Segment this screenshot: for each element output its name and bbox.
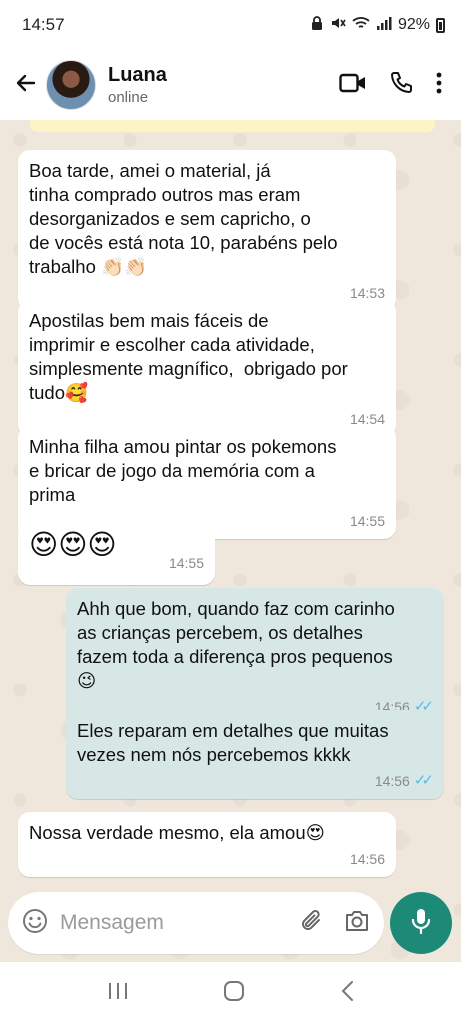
home-icon xyxy=(224,980,245,1001)
signal-icon xyxy=(376,16,392,35)
message-text: Minha filha amou pintar os pokemons e br… xyxy=(29,436,337,505)
recent-apps-button[interactable] xyxy=(107,981,129,1006)
home-button[interactable] xyxy=(223,980,245,1007)
contact-status: online xyxy=(108,89,149,106)
paperclip-icon xyxy=(302,909,320,930)
camera-button[interactable] xyxy=(344,910,370,937)
header-actions xyxy=(339,71,443,100)
video-call-icon xyxy=(339,73,367,98)
more-vert-icon xyxy=(435,72,443,99)
status-bar: 14:57 92% xyxy=(0,0,461,50)
message-text: Ahh que bom, quando faz com carinho as c… xyxy=(77,598,395,691)
chevron-left-icon xyxy=(341,980,353,1001)
video-call-button[interactable] xyxy=(339,73,367,98)
message-bubble[interactable]: Nossa verdade mesmo, ela amou😍 14:56 xyxy=(18,812,396,877)
battery-icon xyxy=(436,17,445,33)
message-text: Nossa verdade mesmo, ela amou😍 xyxy=(29,822,325,843)
status-icons: 92% xyxy=(310,15,445,36)
emoji-button[interactable] xyxy=(22,908,48,939)
recents-icon xyxy=(109,982,128,999)
message-time: 14:55 xyxy=(168,555,204,571)
message-bubble-outgoing[interactable]: Eles reparam em detalhes que muitas veze… xyxy=(66,710,444,799)
voice-call-button[interactable] xyxy=(389,71,413,100)
arrow-left-icon xyxy=(14,71,38,100)
read-receipt-icon: ✓✓ xyxy=(413,772,434,789)
message-bubble-outgoing[interactable]: Ahh que bom, quando faz com carinho as c… xyxy=(66,588,444,725)
status-time: 14:57 xyxy=(22,15,65,34)
message-bubble[interactable]: Boa tarde, amei o material, já tinha com… xyxy=(18,150,396,311)
message-bubble[interactable]: Apostilas bem mais fáceis de imprimir e … xyxy=(18,300,396,437)
contact-info[interactable]: Luana online xyxy=(108,64,167,106)
message-composer: Mensagem xyxy=(8,892,384,954)
emoji-icon xyxy=(23,908,47,933)
chat-area[interactable]: Boa tarde, amei o material, já tinha com… xyxy=(0,120,461,962)
avatar[interactable] xyxy=(46,60,96,110)
attach-button[interactable] xyxy=(300,908,324,939)
message-time: 14:55 xyxy=(349,513,385,529)
phone-icon xyxy=(389,71,413,100)
back-nav-button[interactable] xyxy=(340,980,354,1007)
chat-header: Luana online xyxy=(0,50,461,120)
message-input[interactable]: Mensagem xyxy=(60,911,300,935)
back-button[interactable] xyxy=(4,63,48,107)
system-nav-bar xyxy=(0,962,461,1024)
mic-icon xyxy=(410,908,432,939)
wifi-icon xyxy=(352,16,370,35)
message-time: 14:56 xyxy=(374,773,410,789)
message-time: 14:56 xyxy=(349,851,385,867)
mute-icon xyxy=(330,15,346,36)
camera-icon xyxy=(346,910,368,931)
message-text: Boa tarde, amei o material, já tinha com… xyxy=(29,160,338,277)
more-options-button[interactable] xyxy=(435,72,443,99)
lock-icon xyxy=(310,15,324,36)
message-text: Apostilas bem mais fáceis de imprimir e … xyxy=(29,310,348,403)
contact-name: Luana xyxy=(108,64,167,86)
message-bubble[interactable]: 😍😍😍 14:55 xyxy=(18,520,215,585)
system-notice-strip xyxy=(30,120,435,132)
battery-level: 92% xyxy=(397,16,430,33)
message-text: Eles reparam em detalhes que muitas veze… xyxy=(77,720,389,765)
voice-record-button[interactable] xyxy=(390,892,452,954)
